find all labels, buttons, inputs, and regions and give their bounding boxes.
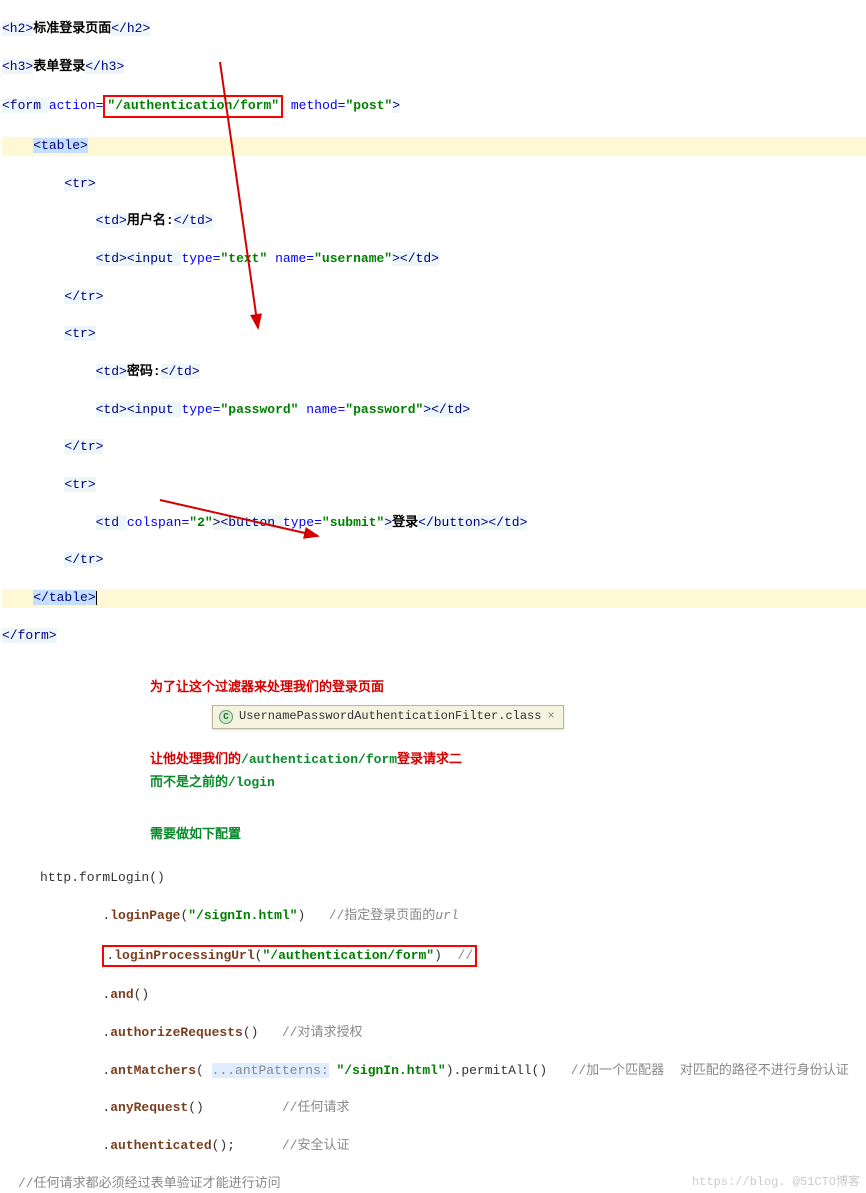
code-line: <h3>表单登录</h3> [2, 58, 866, 77]
close-icon[interactable]: × [547, 708, 554, 725]
code-line: <table> [2, 137, 866, 156]
code-line: </tr> [2, 438, 866, 457]
annotation-not-line: 而不是之前的/login [150, 774, 866, 793]
code-line: <td colspan="2"><button type="submit">登录… [2, 514, 866, 533]
code-line: </tr> [2, 288, 866, 307]
h2-text: 标准登录页面 [33, 21, 111, 36]
code-line: <td>用户名:</td> [2, 212, 866, 231]
label-pass: 密码: [127, 364, 161, 379]
code-line: .loginPage("/signIn.html") //指定登录页面的url [40, 907, 866, 926]
label-user: 用户名: [127, 213, 174, 228]
text-caret [96, 591, 97, 605]
code-line: </table> [2, 589, 866, 608]
code-line: http.formLogin() [40, 869, 866, 888]
code-line: .loginProcessingUrl("/authentication/for… [40, 945, 866, 968]
html-code-block: <h2>标准登录页面</h2> <h3>表单登录</h3> <form acti… [0, 0, 866, 665]
annotation-intro: 为了让这个过滤器来处理我们的登录页面 [150, 679, 866, 698]
code-line: </form> [2, 627, 866, 646]
code-line: .anyRequest() //任何请求 [40, 1099, 866, 1118]
code-line: <h2>标准登录页面</h2> [2, 20, 866, 39]
login-processing-highlight: .loginProcessingUrl("/authentication/for… [102, 945, 477, 968]
watermark: https://blog. @51CTO博客 [692, 1174, 860, 1191]
h3-text: 表单登录 [33, 59, 85, 74]
class-tab: C UsernamePasswordAuthenticationFilter.c… [212, 705, 866, 728]
annotation-request-line: 让他处理我们的/authentication/form登录请求二 [150, 751, 866, 770]
code-line: .antMatchers( ...antPatterns: "/signIn.h… [40, 1062, 866, 1081]
form-method-value: "post" [345, 98, 392, 113]
java-code-block: http.formLogin() .loginPage("/signIn.htm… [38, 849, 866, 1174]
code-line: <form action="/authentication/form" meth… [2, 95, 866, 118]
code-line: <td>密码:</td> [2, 363, 866, 382]
code-line: <tr> [2, 325, 866, 344]
form-action-highlight: "/authentication/form" [103, 95, 283, 118]
button-text: 登录 [392, 515, 418, 530]
code-line: <tr> [2, 175, 866, 194]
code-line: <td><input type="text" name="username"><… [2, 250, 866, 269]
form-action-value: "/authentication/form" [107, 98, 279, 113]
code-line: .authenticated(); //安全认证 [40, 1137, 866, 1156]
class-icon: C [219, 710, 233, 724]
code-line: .and() [40, 986, 866, 1005]
annotation-need-config: 需要做如下配置 [150, 826, 866, 845]
code-line: .authorizeRequests() //对请求授权 [40, 1024, 866, 1043]
code-line: <td><input type="password" name="passwor… [2, 401, 866, 420]
code-line: </tr> [2, 551, 866, 570]
class-name: UsernamePasswordAuthenticationFilter.cla… [239, 708, 541, 725]
code-line: <tr> [2, 476, 866, 495]
